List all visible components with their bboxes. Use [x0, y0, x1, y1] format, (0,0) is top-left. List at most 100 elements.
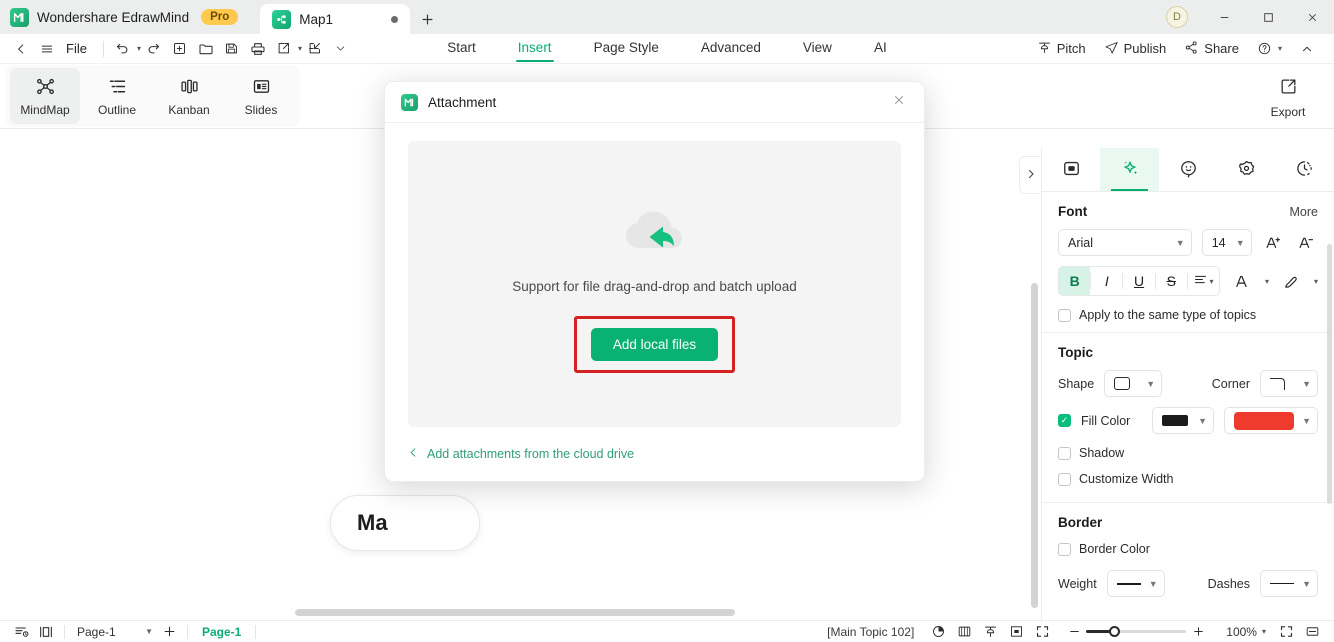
shape-select[interactable]: ▼	[1104, 370, 1163, 397]
main-topic-node[interactable]: Ma	[330, 495, 480, 551]
document-tab-map1[interactable]: Map1	[260, 4, 411, 34]
font-family-select[interactable]: Arial ▼	[1058, 229, 1192, 256]
canvas-vertical-scrollbar[interactable]	[1031, 283, 1038, 608]
panel-tab-ai-style[interactable]	[1100, 148, 1159, 191]
share-button[interactable]: Share	[1178, 37, 1245, 61]
fullscreen-icon[interactable]	[1030, 622, 1054, 642]
apply-same-type-row[interactable]: Apply to the same type of topics	[1058, 308, 1318, 322]
view-mode-mindmap[interactable]: MindMap	[10, 68, 80, 124]
zoom-dropdown-icon[interactable]: ▾	[1262, 627, 1266, 636]
underline-button[interactable]: U	[1123, 267, 1154, 295]
ribbon-tab-page-style[interactable]: Page Style	[592, 37, 661, 61]
chevron-down-icon: ▼	[1302, 378, 1311, 389]
apply-same-type-checkbox[interactable]	[1058, 308, 1071, 322]
ribbon-tab-view[interactable]: View	[801, 37, 834, 61]
corner-select[interactable]: ▼	[1260, 370, 1318, 397]
panel-tab-settings[interactable]	[1217, 148, 1275, 191]
maximize-icon[interactable]	[1246, 0, 1290, 34]
zoom-in-button[interactable]	[1186, 622, 1210, 642]
zoom-slider-handle[interactable]	[1109, 626, 1121, 637]
undo-icon[interactable]	[110, 37, 136, 61]
open-folder-icon[interactable]	[193, 37, 219, 61]
export-share-icon[interactable]	[271, 37, 297, 61]
fit-topic-icon[interactable]	[1004, 622, 1028, 642]
ribbon-tab-start[interactable]: Start	[445, 37, 478, 61]
presentation-icon[interactable]	[1300, 622, 1324, 642]
shadow-checkbox[interactable]	[1058, 446, 1071, 460]
back-arrow-icon[interactable]	[8, 37, 34, 61]
collapse-ribbon-icon[interactable]	[1294, 39, 1320, 59]
view-mode-slides[interactable]: Slides	[226, 68, 296, 124]
hamburger-menu-icon[interactable]	[34, 37, 60, 61]
fill-color-swatch-select[interactable]: ▼	[1224, 407, 1318, 434]
avatar[interactable]: D	[1166, 6, 1188, 28]
highlight-dropdown-icon[interactable]: ▾	[1314, 277, 1318, 286]
scrollbar-thumb[interactable]	[295, 609, 735, 616]
view-mode-outline[interactable]: Outline	[82, 68, 152, 124]
zoom-out-button[interactable]	[1062, 622, 1086, 642]
shadow-row[interactable]: Shadow	[1058, 446, 1318, 460]
close-icon[interactable]	[1290, 0, 1334, 34]
ribbon-tab-insert[interactable]: Insert	[515, 37, 554, 62]
fill-color-checkbox[interactable]: ✓	[1058, 414, 1071, 427]
text-color-icon[interactable]	[1230, 268, 1254, 294]
pie-view-icon[interactable]	[926, 622, 950, 642]
panel-tab-style[interactable]	[1042, 148, 1100, 191]
pitch-button[interactable]: Pitch	[1031, 37, 1092, 61]
add-page-button[interactable]	[157, 622, 181, 642]
border-color-checkbox[interactable]	[1058, 542, 1071, 556]
font-more-button[interactable]: More	[1290, 205, 1318, 219]
page-selector[interactable]: Page-1 ▼	[71, 622, 157, 641]
align-button[interactable]: ▾	[1188, 267, 1219, 295]
view-mode-kanban[interactable]: Kanban	[154, 68, 224, 124]
help-circle-icon[interactable]: ▾	[1251, 38, 1288, 59]
file-dropzone[interactable]: Support for file drag-and-drop and batch…	[408, 141, 901, 427]
border-dashes-select[interactable]: ▼	[1260, 570, 1318, 597]
redo-icon[interactable]	[141, 37, 167, 61]
zoom-slider[interactable]	[1062, 622, 1210, 642]
fill-line-swatch-select[interactable]: ▼	[1152, 407, 1214, 434]
bold-button[interactable]: B	[1059, 267, 1091, 295]
outline-view-icon[interactable]	[10, 622, 34, 642]
add-local-files-button[interactable]: Add local files	[590, 328, 719, 361]
panel-tab-history[interactable]	[1276, 148, 1334, 191]
ribbon-tab-ai[interactable]: AI	[872, 37, 889, 61]
collapse-right-panel-button[interactable]	[1019, 156, 1041, 194]
help-dropdown-icon[interactable]: ▾	[1278, 44, 1282, 53]
file-menu-button[interactable]: File	[60, 41, 97, 56]
font-size-select[interactable]: 14 ▼	[1201, 229, 1252, 256]
new-tab-button[interactable]	[410, 4, 444, 34]
quickbar-more-icon[interactable]	[328, 37, 354, 61]
attachment-dialog[interactable]: Attachment Support for file drag-and-dro…	[384, 81, 925, 482]
text-color-dropdown-icon[interactable]: ▾	[1265, 277, 1269, 286]
split-view-icon[interactable]	[34, 622, 58, 642]
import-icon[interactable]	[302, 37, 328, 61]
publish-button[interactable]: Publish	[1098, 37, 1173, 61]
zoom-value[interactable]: 100%	[1226, 625, 1257, 639]
border-weight-select[interactable]: ▼	[1106, 570, 1165, 597]
minimize-icon[interactable]	[1202, 0, 1246, 34]
increase-font-icon[interactable]	[1262, 230, 1285, 256]
fit-page-icon[interactable]	[1274, 622, 1298, 642]
canvas-horizontal-scrollbar[interactable]	[0, 608, 1041, 617]
decrease-font-icon[interactable]	[1295, 230, 1318, 256]
pitch-view-icon[interactable]	[978, 622, 1002, 642]
print-icon[interactable]	[245, 37, 271, 61]
customize-width-row[interactable]: Customize Width	[1058, 472, 1318, 486]
panel-scrollbar[interactable]	[1327, 244, 1332, 504]
strikethrough-button[interactable]: S	[1156, 267, 1187, 295]
ribbon-tab-advanced[interactable]: Advanced	[699, 37, 763, 61]
page-tab-page-1[interactable]: Page-1	[194, 625, 249, 639]
new-file-icon[interactable]	[167, 37, 193, 61]
close-icon[interactable]	[888, 89, 910, 115]
customize-width-checkbox[interactable]	[1058, 472, 1071, 486]
zoom-slider-track[interactable]	[1086, 626, 1187, 637]
export-button[interactable]: Export	[1256, 72, 1320, 124]
save-icon[interactable]	[219, 37, 245, 61]
border-color-row[interactable]: Border Color	[1058, 542, 1318, 556]
cloud-drive-link[interactable]: Add attachments from the cloud drive	[408, 447, 634, 461]
highlight-color-icon[interactable]	[1279, 268, 1303, 294]
book-view-icon[interactable]	[952, 622, 976, 642]
italic-button[interactable]: I	[1091, 267, 1122, 295]
panel-tab-emoji[interactable]	[1159, 148, 1217, 191]
